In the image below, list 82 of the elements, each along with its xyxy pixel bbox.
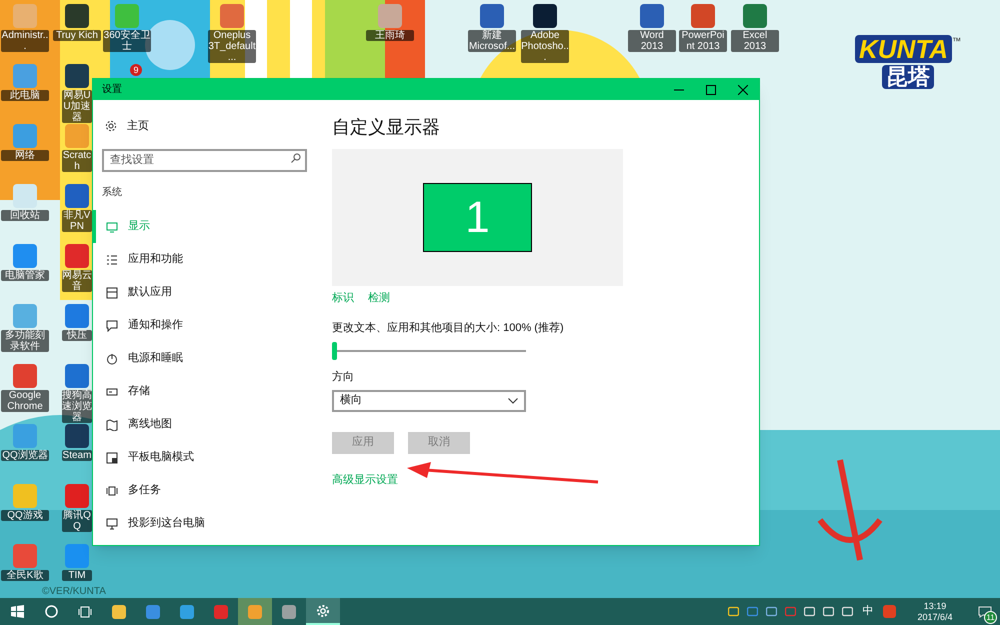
app-icon[interactable] <box>533 4 557 28</box>
slider-thumb[interactable] <box>332 342 337 360</box>
input-method-icon[interactable] <box>883 605 896 618</box>
icon-label[interactable]: TIM <box>62 570 92 581</box>
app-icon[interactable] <box>65 64 89 88</box>
chevron-down-icon <box>508 398 518 404</box>
maximize-icon[interactable] <box>706 84 716 94</box>
nav-item[interactable]: 应用和功能 <box>93 243 308 276</box>
icon-label[interactable]: Scratch <box>62 150 92 172</box>
icon-label[interactable]: Steam <box>62 450 92 461</box>
icon-label[interactable]: 新建 Microsof... <box>468 30 516 52</box>
nav-item[interactable]: 默认应用 <box>93 276 308 309</box>
app-icon[interactable] <box>640 4 664 28</box>
icon-label[interactable]: Truy Kich <box>53 30 101 41</box>
clock-date: 2017/6/4 <box>917 612 953 622</box>
nav-item[interactable]: 电源和睡眠 <box>93 342 308 375</box>
window-title: 设置 <box>102 82 122 97</box>
slider[interactable] <box>332 342 526 360</box>
nav-item[interactable]: 存储 <box>93 375 308 408</box>
icon-label[interactable]: 电脑管家 <box>1 270 49 281</box>
icon-label[interactable]: 非凡VPN <box>62 210 92 232</box>
nav-item[interactable]: 多任务 <box>93 474 308 507</box>
icon-label[interactable]: 多功能刻录软件 <box>1 330 49 352</box>
page-heading: 自定义显示器 <box>332 116 440 139</box>
icon-label[interactable]: Word 2013 <box>628 30 676 52</box>
orientation-dropdown[interactable]: 横向 <box>332 390 526 412</box>
nav-icon <box>106 320 118 332</box>
nav-icon <box>106 418 118 430</box>
nav-icon <box>106 518 118 530</box>
search-icon <box>291 153 301 163</box>
icon-label[interactable]: PowerPoint 2013 <box>679 30 727 52</box>
close-icon[interactable] <box>738 84 748 94</box>
icon-label[interactable]: Administr... <box>1 30 49 52</box>
icon-label[interactable]: 全民K歌 <box>1 570 49 581</box>
search-field[interactable]: 查找设置 <box>102 148 307 172</box>
nav-icon <box>106 484 118 496</box>
home-link[interactable]: 主页 <box>127 118 149 134</box>
scale-label: 更改文本、应用和其他项目的大小: 100% (推荐) <box>332 320 564 336</box>
icon-label[interactable]: Oneplus 3T_default... <box>208 30 256 63</box>
icon-label[interactable]: Adobe Photosho... <box>521 30 569 63</box>
input-method-indicator[interactable]: 中 <box>857 603 879 620</box>
nav-icon <box>106 452 118 464</box>
nav-icon <box>106 220 118 232</box>
logo-subtitle: 昆塔 <box>882 65 934 89</box>
nav-item[interactable]: 平板电脑模式 <box>93 441 308 474</box>
nav-icon <box>106 352 118 364</box>
circle-icon[interactable] <box>44 605 58 618</box>
section-heading: 系统 <box>101 186 123 200</box>
icon-label[interactable]: 王雨琦 <box>366 30 414 41</box>
nav-icon <box>106 286 118 298</box>
windows-logo-icon[interactable] <box>10 605 24 618</box>
app-icon[interactable] <box>480 4 504 28</box>
settings-icon[interactable] <box>105 120 117 132</box>
clock-time: 13:19 <box>924 600 946 612</box>
icon-label[interactable]: 360安全卫士 <box>103 30 151 52</box>
app-icon[interactable] <box>65 424 89 448</box>
icon-label[interactable]: 回收站 <box>1 210 49 221</box>
icon-label[interactable]: QQ游戏 <box>1 510 49 521</box>
icon-label[interactable]: QQ浏览器 <box>1 450 49 461</box>
icon-label[interactable]: 搜狗高速浏览器 <box>62 390 92 423</box>
nav-icon <box>106 254 118 266</box>
icon-label[interactable]: 网络 <box>1 150 49 161</box>
nav-item[interactable]: 通知和操作 <box>93 309 308 342</box>
trademark-mark: ™ <box>952 35 962 48</box>
icon-label[interactable]: 快压 <box>62 330 92 341</box>
icon-label[interactable]: 网易UU加速器 <box>62 90 92 123</box>
icon-label[interactable]: Excel 2013 <box>731 30 779 52</box>
orientation-label: 方向 <box>332 370 354 385</box>
notification-count: 11 <box>984 611 997 624</box>
active-taskbar-button[interactable] <box>306 598 340 625</box>
icon-label[interactable]: 网易云音 <box>62 270 92 292</box>
icon-label[interactable]: 腾讯QQ <box>62 510 92 532</box>
wallpaper-credit: ©VER/KUNTA <box>42 585 106 599</box>
icon-label[interactable]: 此电脑 <box>1 90 49 101</box>
nav-item[interactable]: 离线地图 <box>93 408 308 441</box>
nav-icon <box>106 386 118 398</box>
icon-label[interactable]: Google Chrome <box>1 390 49 412</box>
task-view-icon[interactable] <box>78 606 92 618</box>
app-icon[interactable] <box>65 4 89 28</box>
nav-item[interactable]: 投影到这台电脑 <box>93 507 308 540</box>
logo-text: KUNTA <box>855 35 952 63</box>
clock[interactable]: 13:19 2017/6/4 <box>900 600 970 622</box>
